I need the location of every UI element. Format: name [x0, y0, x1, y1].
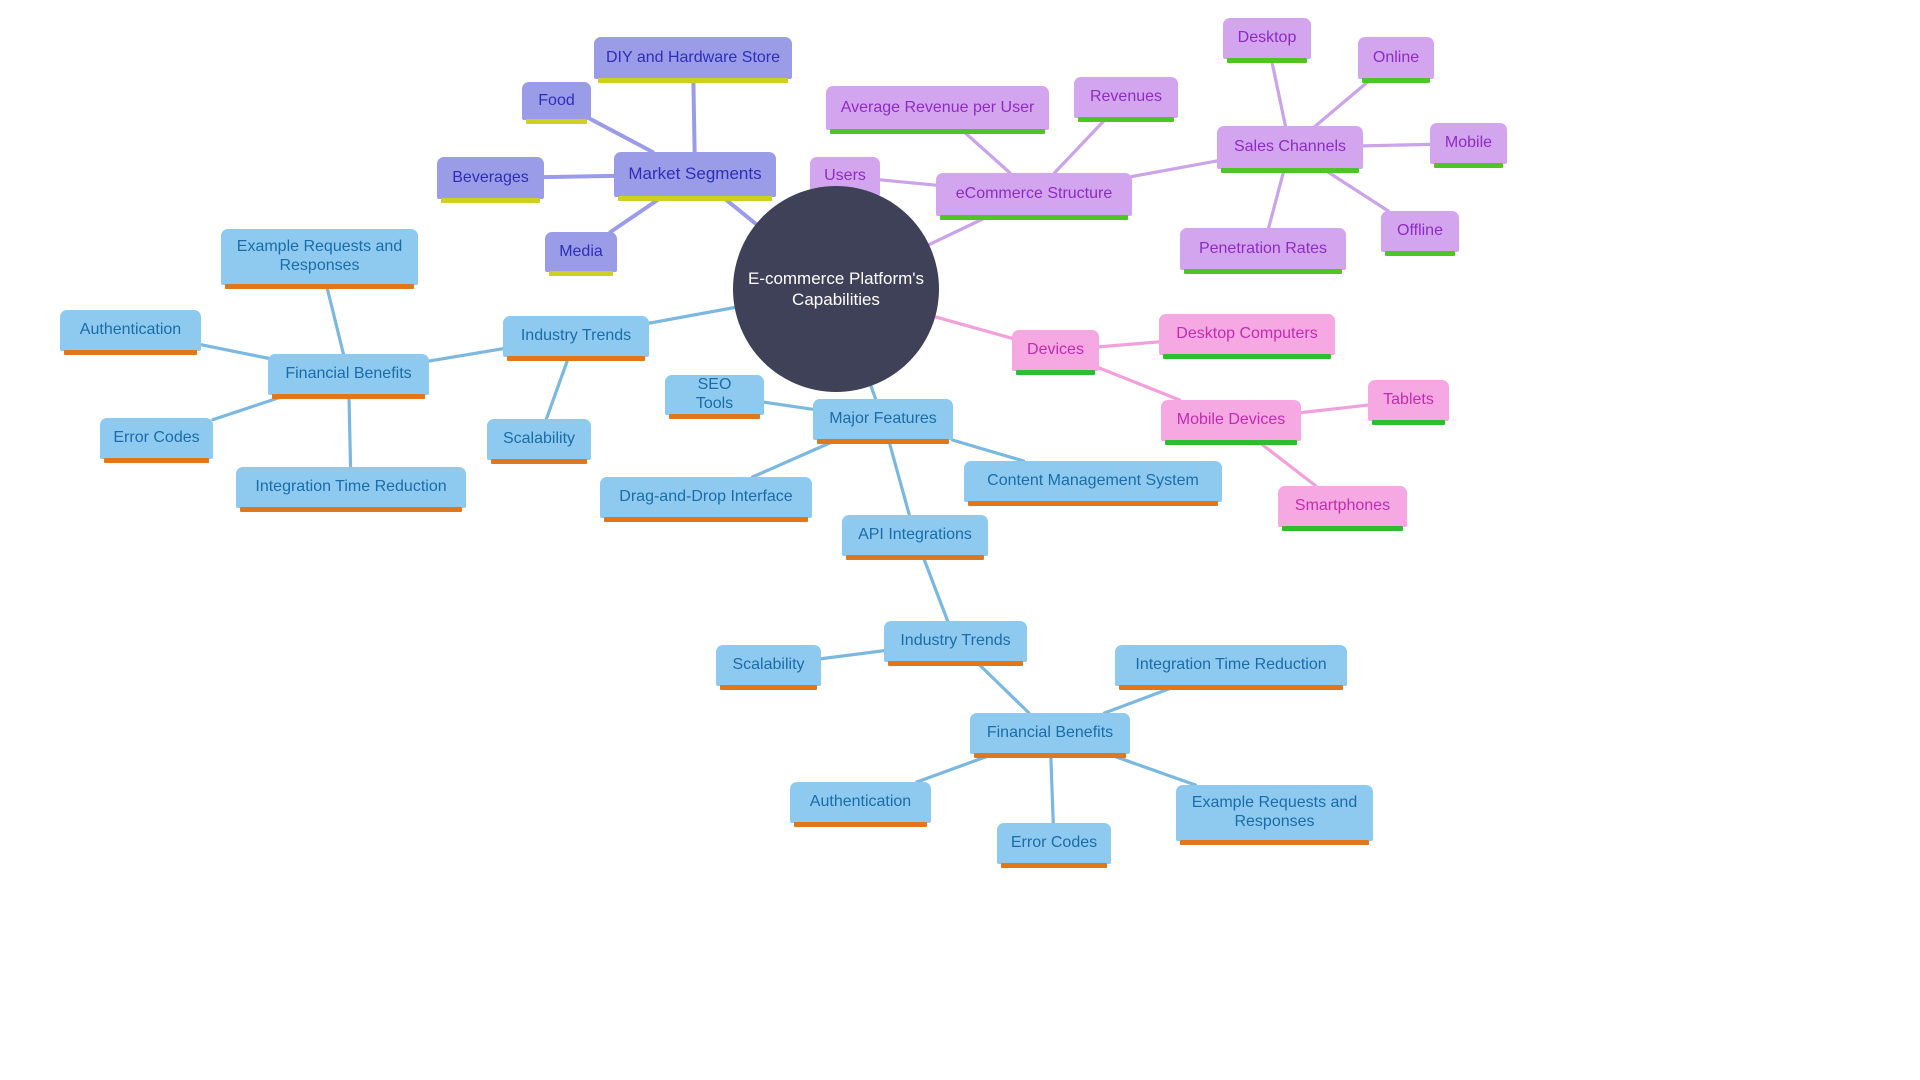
mind-map-canvas: DIY and Hardware Store Food Beverages Marke…: [0, 0, 1920, 1080]
mindmap-node-diy-and-hardware-store[interactable]: DIY and Hardware Store: [594, 37, 792, 83]
mindmap-edge: [1049, 752, 1055, 825]
mindmap-node-smartphones[interactable]: Smartphones: [1278, 486, 1407, 531]
mindmap-edge: [869, 384, 878, 401]
mindmap-node-sales-channels[interactable]: Sales Channels: [1217, 126, 1363, 173]
mindmap-node-api-integrations[interactable]: API Integrations: [842, 515, 988, 560]
mindmap-edge: [878, 178, 938, 187]
mindmap-node-seo-tools[interactable]: SEO Tools: [665, 375, 764, 419]
mindmap-node-revenues[interactable]: Revenues: [1074, 77, 1178, 122]
mindmap-node-tablets[interactable]: Tablets: [1368, 380, 1449, 425]
mindmap-edge: [1269, 57, 1288, 128]
mindmap-node-penetration-rates[interactable]: Penetration Rates: [1180, 228, 1346, 274]
mindmap-node-offline[interactable]: Offline: [1381, 211, 1459, 256]
mindmap-node-scalability[interactable]: Scalability: [487, 419, 591, 464]
mindmap-node-content-management-system[interactable]: Content Management System: [964, 461, 1222, 506]
mindmap-edge: [1321, 167, 1390, 213]
mindmap-node-industry-trends[interactable]: Industry Trends: [884, 621, 1027, 666]
mindmap-node-integration-time-reduction[interactable]: Integration Time Reduction: [236, 467, 466, 512]
mindmap-node-mobile[interactable]: Mobile: [1430, 123, 1507, 168]
mindmap-node-ecommerce-structure[interactable]: eCommerce Structure: [936, 173, 1132, 220]
mindmap-edge: [750, 438, 839, 479]
mindmap-node-online[interactable]: Online: [1358, 37, 1434, 83]
mindmap-node-authentication[interactable]: Authentication: [60, 310, 201, 355]
mindmap-edge: [1130, 159, 1219, 179]
mindmap-node-authentication[interactable]: Authentication: [790, 782, 931, 827]
mindmap-edge: [915, 752, 996, 784]
mindmap-node-example-requests-and-responses[interactable]: Example Requests and Responses: [221, 229, 418, 289]
mindmap-edge: [927, 214, 991, 247]
mindmap-node-financial-benefits[interactable]: Financial Benefits: [970, 713, 1130, 758]
mindmap-node-average-revenue-per-user[interactable]: Average Revenue per User: [826, 86, 1049, 134]
mindmap-edge: [608, 195, 664, 234]
mindmap-node-mobile-devices[interactable]: Mobile Devices: [1161, 400, 1301, 445]
mindmap-node-financial-benefits[interactable]: Financial Benefits: [268, 354, 429, 399]
mindmap-edge: [887, 438, 911, 517]
mindmap-node-devices[interactable]: Devices: [1012, 330, 1099, 375]
mindmap-edge: [544, 355, 571, 421]
mindmap-edge: [589, 117, 655, 154]
mindmap-edge: [1097, 340, 1161, 349]
mindmap-edge: [762, 400, 815, 411]
mindmap-edge: [720, 195, 759, 227]
mindmap-node-desktop-computers[interactable]: Desktop Computers: [1159, 314, 1335, 359]
mindmap-edge: [1097, 366, 1182, 402]
mindmap-edge: [1313, 77, 1373, 128]
mindmap-edge: [974, 660, 1031, 715]
mindmap-node-beverages[interactable]: Beverages: [437, 157, 544, 203]
mindmap-node-scalability[interactable]: Scalability: [716, 645, 821, 690]
mindmap-edge: [1266, 167, 1286, 230]
mindmap-node-error-codes[interactable]: Error Codes: [100, 418, 213, 463]
mindmap-node-drag-and-drop-interface[interactable]: Drag-and-Drop Interface: [600, 477, 812, 522]
mindmap-node-example-requests-and-responses[interactable]: Example Requests and Responses: [1176, 785, 1373, 845]
mindmap-edge: [1299, 403, 1370, 415]
mindmap-edge: [1106, 752, 1198, 787]
mindmap-node-market-segments[interactable]: Market Segments: [614, 152, 776, 201]
mindmap-node-integration-time-reduction[interactable]: Integration Time Reduction: [1115, 645, 1347, 690]
mindmap-edge: [1052, 116, 1109, 175]
mindmap-node-desktop[interactable]: Desktop: [1223, 18, 1311, 63]
mindmap-edge: [1255, 439, 1318, 488]
mindmap-edge: [950, 438, 1026, 463]
mindmap-edge: [1361, 142, 1432, 148]
mindmap-edge: [647, 305, 737, 325]
mindmap-edge: [427, 347, 505, 363]
mindmap-edge: [960, 128, 1012, 175]
mindmap-edge: [1102, 684, 1179, 715]
mindmap-edge: [199, 343, 270, 360]
mindmap-node-major-features[interactable]: Major Features: [813, 399, 953, 444]
mindmap-edge: [691, 77, 697, 154]
mindmap-edge: [542, 173, 616, 180]
mindmap-node-food[interactable]: Food: [522, 82, 591, 124]
mindmap-edge: [921, 554, 950, 623]
mindmap-edge: [347, 393, 353, 469]
mindmap-node-industry-trends[interactable]: Industry Trends: [503, 316, 649, 361]
mindmap-node-media[interactable]: Media: [545, 232, 617, 276]
mindmap-edge: [819, 649, 886, 661]
mindmap-node-error-codes[interactable]: Error Codes: [997, 823, 1111, 868]
mindmap-edge: [933, 315, 1014, 340]
mindmap-edge: [324, 283, 346, 356]
mindmap-center-node[interactable]: E-commerce Platform's Capabilities: [733, 186, 939, 392]
